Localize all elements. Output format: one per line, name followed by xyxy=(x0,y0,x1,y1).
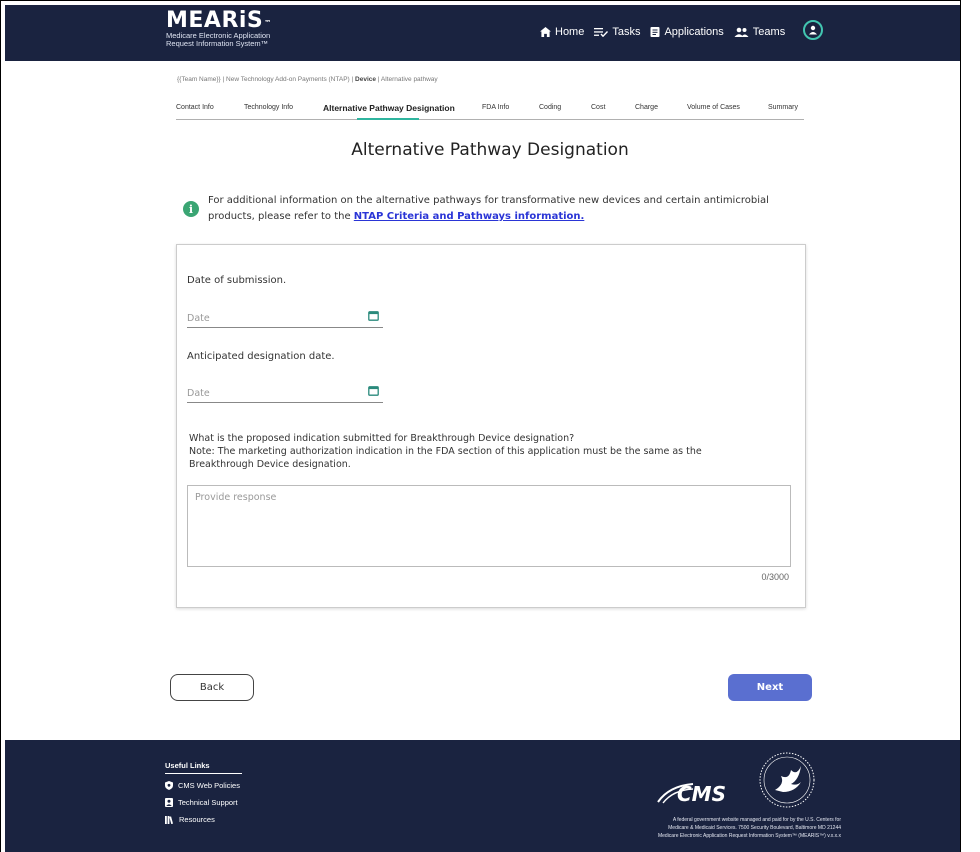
nav-applications-label: Applications xyxy=(664,25,724,38)
disclaimer-line1: A federal government website managed and… xyxy=(672,817,841,823)
nav-tasks[interactable]: Tasks xyxy=(594,26,640,38)
tab-volume-of-cases[interactable]: Volume of Cases xyxy=(687,104,740,111)
library-books-icon xyxy=(165,815,174,824)
main-nav: Home Tasks Applications Teams xyxy=(540,20,824,40)
indication-question: What is the proposed indication submitte… xyxy=(189,432,769,471)
info-text: For additional information on the altern… xyxy=(208,193,803,225)
submission-date-field[interactable]: Date xyxy=(187,310,383,328)
footer-link-resources[interactable]: Resources xyxy=(165,815,215,824)
tab-technology-info[interactable]: Technology Info xyxy=(244,104,293,111)
active-tab-indicator xyxy=(357,118,419,120)
mearis-logo[interactable]: MEARiS™ Medicare Electronic Application … xyxy=(166,10,272,48)
home-icon xyxy=(540,26,551,37)
form-card: Date of submission. Date Anticipated des… xyxy=(176,244,806,608)
tab-summary[interactable]: Summary xyxy=(768,104,798,111)
cms-logo-text: CMS xyxy=(677,782,726,806)
footer-link-label: Resources xyxy=(179,815,215,824)
info-notice: i For additional information on the alte… xyxy=(183,193,803,225)
designation-date-label: Anticipated designation date. xyxy=(187,351,335,362)
shield-icon xyxy=(165,781,173,790)
tasks-icon xyxy=(594,27,609,37)
footer-link-technical-support[interactable]: Technical Support xyxy=(165,798,238,807)
tab-fda-info[interactable]: FDA Info xyxy=(482,104,509,111)
back-button[interactable]: Back xyxy=(170,674,254,701)
ntap-criteria-link[interactable]: NTAP Criteria and Pathways information. xyxy=(354,211,585,222)
calendar-icon[interactable] xyxy=(368,385,379,396)
breadcrumb-suffix: | Alternative pathway xyxy=(375,76,438,83)
nav-home-label: Home xyxy=(555,25,585,38)
footer-disclaimer: A federal government website managed and… xyxy=(595,816,841,840)
calendar-icon[interactable] xyxy=(368,310,379,321)
disclaimer-line2: Medicare & Medicaid Services. 7500 Secur… xyxy=(668,825,841,831)
disclaimer-line3: Medicare Electronic Application Request … xyxy=(657,833,841,839)
tab-contact-info[interactable]: Contact Info xyxy=(176,104,214,111)
logo-trademark: ™ xyxy=(264,19,272,27)
hhs-seal xyxy=(759,752,815,808)
info-icon: i xyxy=(183,201,199,217)
breadcrumb: {{Team Name}} | New Technology Add-on Pa… xyxy=(177,76,438,83)
nav-teams-label: Teams xyxy=(752,25,786,38)
clipboard-icon xyxy=(650,27,660,37)
tab-charge[interactable]: Charge xyxy=(635,104,658,111)
nav-tasks-label: Tasks xyxy=(612,25,641,38)
nav-teams[interactable]: Teams xyxy=(734,26,785,38)
step-tabs: Contact Info Technology Info Alternative… xyxy=(176,103,804,120)
user-icon xyxy=(809,25,818,35)
tab-cost[interactable]: Cost xyxy=(591,104,605,111)
logo-subtitle-line2: Request Information System™ xyxy=(166,39,269,48)
footer: Useful Links CMS Web Policies Technical … xyxy=(5,740,960,852)
footer-link-label: CMS Web Policies xyxy=(178,781,240,790)
logo-title: MEARiS xyxy=(166,8,264,33)
support-agent-icon xyxy=(165,798,173,807)
people-icon xyxy=(734,27,749,37)
designation-date-field[interactable]: Date xyxy=(187,385,383,403)
indication-question-line1: What is the proposed indication submitte… xyxy=(189,433,575,444)
submission-date-placeholder: Date xyxy=(187,313,210,324)
useful-links-heading: Useful Links xyxy=(165,761,210,770)
nav-home[interactable]: Home xyxy=(540,26,584,38)
tab-alternative-pathway[interactable]: Alternative Pathway Designation xyxy=(323,103,455,113)
cms-logo: CMS xyxy=(657,782,726,806)
breadcrumb-current: Device xyxy=(355,76,376,83)
indication-question-note: Note: The marketing authorization indica… xyxy=(189,446,702,470)
breadcrumb-prefix[interactable]: {{Team Name}} | New Technology Add-on Pa… xyxy=(177,76,355,83)
nav-applications[interactable]: Applications xyxy=(650,25,724,38)
tab-coding[interactable]: Coding xyxy=(539,104,561,111)
useful-links-divider xyxy=(165,773,242,774)
user-avatar[interactable] xyxy=(803,20,824,40)
indication-response-input[interactable] xyxy=(187,485,791,567)
submission-date-label: Date of submission. xyxy=(187,275,287,286)
footer-link-cms-web-policies[interactable]: CMS Web Policies xyxy=(165,781,240,790)
page-title: Alternative Pathway Designation xyxy=(351,140,629,160)
next-button[interactable]: Next xyxy=(728,674,812,701)
designation-date-placeholder: Date xyxy=(187,388,210,399)
character-counter: 0/3000 xyxy=(761,572,789,582)
footer-link-label: Technical Support xyxy=(178,798,238,807)
